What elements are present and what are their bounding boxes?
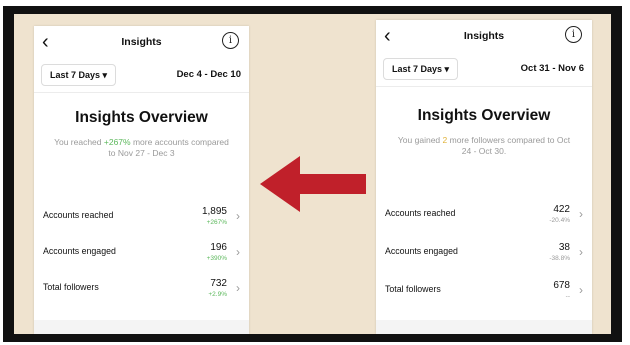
date-range: Dec 4 - Dec 10 <box>176 69 241 80</box>
metric-value: 732 <box>210 278 227 289</box>
metric-label: Accounts reached <box>43 210 114 220</box>
metric-change: -38.8% <box>549 255 570 262</box>
info-icon[interactable]: i <box>565 26 582 43</box>
metric-label: Accounts engaged <box>43 246 116 256</box>
metric-change: +390% <box>206 255 227 262</box>
overview-title: Insights Overview <box>75 109 208 126</box>
metric-change: +2.9% <box>208 291 227 298</box>
metric-value: 422 <box>553 204 570 215</box>
info-icon[interactable]: i <box>222 32 239 49</box>
header: ‹ Insights i <box>376 20 592 54</box>
metric-label: Total followers <box>385 284 441 294</box>
metric-value: 196 <box>210 242 227 253</box>
metric-label: Total followers <box>43 282 99 292</box>
metric-change: +267% <box>206 219 227 226</box>
metric-row-accounts-engaged[interactable]: Accounts engaged 196 +390% › <box>34 240 249 266</box>
metric-value: 678 <box>553 280 570 291</box>
metric-row-accounts-reached[interactable]: Accounts reached 422 -20.4% › <box>376 202 592 228</box>
chevron-right-icon: › <box>579 207 583 221</box>
metric-label: Accounts engaged <box>385 246 458 256</box>
chevron-down-icon: ▾ <box>102 70 108 80</box>
chevron-right-icon: › <box>236 209 240 223</box>
chevron-right-icon: › <box>579 283 583 297</box>
insights-screen-previous: ‹ Insights i Last 7 Days ▾ Oct 31 - Nov … <box>376 20 592 334</box>
metric-value: 1,895 <box>201 206 227 217</box>
date-toolbar: Last 7 Days ▾ Oct 31 - Nov 6 <box>376 54 592 87</box>
chevron-right-icon: › <box>236 245 240 259</box>
metric-row-accounts-reached[interactable]: Accounts reached 1,895 +267% › <box>34 204 249 230</box>
summary-text: more followers compared to Oct 24 - Oct … <box>447 135 571 156</box>
overview-summary: You gained 2 more followers compared to … <box>394 135 574 157</box>
range-dropdown[interactable]: Last 7 Days ▾ <box>41 64 117 86</box>
page-title: Insights <box>463 30 505 42</box>
overview-title: Insights Overview <box>417 107 551 124</box>
image-frame: ‹ Insights i Last 7 Days ▾ Dec 4 - Dec 1… <box>3 6 622 342</box>
summary-text: You gained <box>397 135 443 145</box>
footer-band <box>376 320 592 334</box>
metric-label: Accounts reached <box>385 208 456 218</box>
arrow-left-icon <box>260 156 366 212</box>
metric-row-accounts-engaged[interactable]: Accounts engaged 38 -38.8% › <box>376 240 592 266</box>
range-dropdown[interactable]: Last 7 Days ▾ <box>383 58 459 80</box>
summary-highlight: +267% <box>103 137 131 147</box>
metric-change: -20.4% <box>549 217 570 224</box>
overview-section: Insights Overview You gained 2 more foll… <box>376 87 592 157</box>
metric-row-total-followers[interactable]: Total followers 732 +2.9% › <box>34 276 249 302</box>
date-range: Oct 31 - Nov 6 <box>520 63 584 74</box>
overview-section: Insights Overview You reached +267% more… <box>34 93 249 159</box>
chevron-right-icon: › <box>236 281 240 295</box>
page-title: Insights <box>121 36 162 48</box>
header: ‹ Insights i <box>34 26 249 60</box>
metric-value: 38 <box>558 242 570 253</box>
chevron-right-icon: › <box>579 245 583 259</box>
metric-change: -- <box>565 293 570 300</box>
range-dropdown-label: Last 7 Days <box>50 70 101 80</box>
chevron-down-icon: ▾ <box>444 64 450 74</box>
summary-text: You reached <box>54 137 104 147</box>
footer-band <box>34 320 249 334</box>
comparison-canvas: ‹ Insights i Last 7 Days ▾ Dec 4 - Dec 1… <box>14 14 611 334</box>
range-dropdown-label: Last 7 Days <box>392 64 443 74</box>
date-toolbar: Last 7 Days ▾ Dec 4 - Dec 10 <box>34 60 249 93</box>
metric-row-total-followers[interactable]: Total followers 678 -- › <box>376 278 592 304</box>
insights-screen-current: ‹ Insights i Last 7 Days ▾ Dec 4 - Dec 1… <box>34 26 249 334</box>
overview-summary: You reached +267% more accounts compared… <box>52 137 231 159</box>
